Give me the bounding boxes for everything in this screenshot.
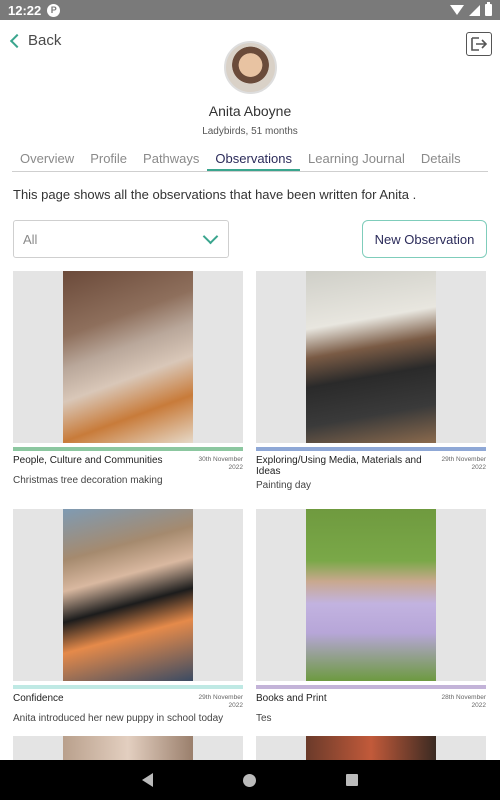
new-observation-button[interactable]: New Observation bbox=[362, 220, 487, 258]
learning-area: Books and Print bbox=[256, 693, 327, 704]
photo-image bbox=[306, 736, 436, 760]
status-bar: 12:22 P bbox=[0, 0, 500, 20]
observation-card[interactable] bbox=[13, 736, 243, 760]
tab-profile[interactable]: Profile bbox=[82, 148, 135, 171]
battery-icon bbox=[485, 2, 492, 16]
back-label: Back bbox=[28, 32, 62, 49]
logout-button[interactable] bbox=[466, 32, 492, 56]
observation-card[interactable]: Exploring/Using Media, Materials and Ide… bbox=[256, 271, 486, 492]
observation-card[interactable]: Books and Print 28th November 2022 Tes bbox=[256, 509, 486, 725]
observation-date: 28th November 2022 bbox=[441, 694, 486, 709]
tab-pathways[interactable]: Pathways bbox=[135, 148, 207, 171]
filter-selected-value: All bbox=[23, 231, 38, 247]
system-nav-bar bbox=[0, 760, 500, 800]
tab-learning-journal[interactable]: Learning Journal bbox=[300, 148, 413, 171]
status-time: 12:22 bbox=[8, 2, 42, 18]
avatar bbox=[224, 41, 277, 94]
observation-card[interactable]: People, Culture and Communities 30th Nov… bbox=[13, 271, 243, 487]
observation-description: Anita introduced her new puppy in school… bbox=[13, 713, 224, 724]
learning-area: Confidence bbox=[13, 693, 64, 704]
observation-card[interactable]: Confidence 29th November 2022 Anita intr… bbox=[13, 509, 243, 725]
intro-text: This page shows all the observations tha… bbox=[13, 187, 417, 202]
nav-home-icon[interactable] bbox=[243, 773, 256, 787]
learning-area: People, Culture and Communities bbox=[13, 455, 163, 466]
nav-back-icon[interactable] bbox=[142, 773, 153, 787]
nav-recents-icon[interactable] bbox=[346, 774, 358, 786]
wifi-icon bbox=[450, 5, 464, 15]
tab-bar: Overview Profile Pathways Observations L… bbox=[12, 148, 488, 172]
child-subtitle: Ladybirds, 51 months bbox=[202, 126, 298, 137]
photo-image bbox=[63, 271, 193, 443]
photo-image bbox=[306, 509, 436, 681]
tab-overview[interactable]: Overview bbox=[12, 148, 82, 171]
chevron-down-icon bbox=[202, 228, 219, 244]
observation-photo bbox=[256, 271, 486, 443]
observation-filter-select[interactable]: All bbox=[13, 220, 229, 258]
tab-details[interactable]: Details bbox=[413, 148, 469, 171]
observation-description: Christmas tree decoration making bbox=[13, 475, 163, 486]
observation-photo bbox=[256, 509, 486, 681]
app-notification-icon: P bbox=[47, 3, 61, 17]
learning-area-bar bbox=[13, 685, 243, 689]
signal-icon bbox=[469, 4, 480, 16]
observation-description: Painting day bbox=[256, 480, 312, 491]
tab-observations[interactable]: Observations bbox=[207, 148, 301, 171]
observation-photo bbox=[13, 509, 243, 681]
child-name: Anita Aboyne bbox=[208, 103, 292, 119]
learning-area-bar bbox=[256, 447, 486, 451]
chevron-left-icon bbox=[9, 33, 25, 48]
observation-card[interactable] bbox=[256, 736, 486, 760]
learning-area-bar bbox=[13, 447, 243, 451]
logout-icon bbox=[471, 37, 488, 51]
photo-image bbox=[63, 509, 193, 681]
photo-image bbox=[63, 736, 193, 760]
observation-date: 29th November 2022 bbox=[441, 456, 486, 471]
learning-area: Exploring/Using Media, Materials and Ide… bbox=[256, 455, 422, 477]
back-button[interactable]: Back bbox=[8, 32, 61, 49]
observation-photo bbox=[13, 271, 243, 443]
observation-date: 29th November 2022 bbox=[198, 694, 243, 709]
observation-description: Tes bbox=[256, 713, 272, 724]
observation-date: 30th November 2022 bbox=[198, 456, 243, 471]
photo-image bbox=[306, 271, 436, 443]
learning-area-bar bbox=[256, 685, 486, 689]
